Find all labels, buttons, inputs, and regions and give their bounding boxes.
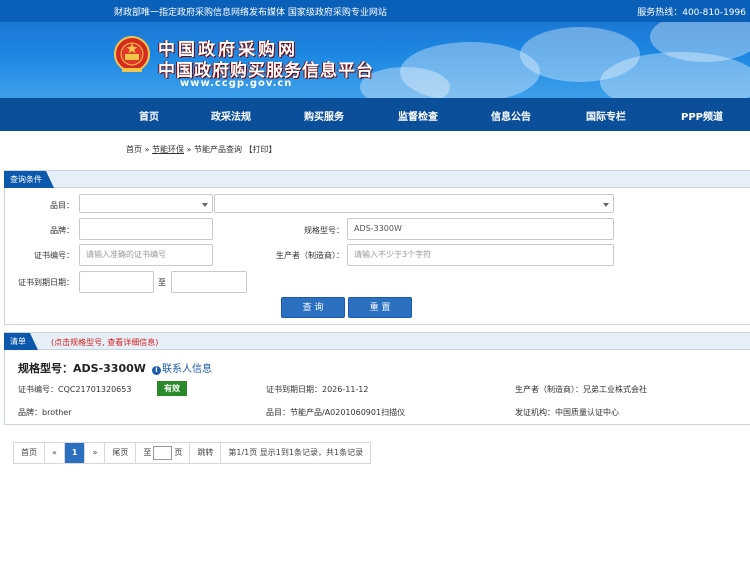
expiry-label: 证书到期日期：: [18, 278, 74, 287]
model-label: 规格型号：: [304, 226, 344, 235]
breadcrumb-separator: »: [142, 145, 152, 154]
chevron-down-icon: [603, 203, 609, 207]
category-label: 品目：: [50, 201, 74, 210]
site-url: www.ccgp.gov.cn: [180, 78, 293, 89]
pager-jump-button[interactable]: 跳转: [190, 443, 222, 463]
results-panel-title: 清单: [4, 333, 38, 350]
expiry-end-input[interactable]: [171, 271, 247, 293]
pager-first[interactable]: 首页: [14, 443, 45, 463]
chevron-down-icon: [202, 203, 208, 207]
category-select-primary[interactable]: [79, 194, 213, 213]
cert-input[interactable]: 请输入准确的证书编号: [79, 244, 213, 266]
service-hotline: 服务热线：400-810-1996: [637, 8, 746, 18]
print-link[interactable]: 【打印】: [245, 145, 277, 154]
maker-input[interactable]: 请输入不少于3个字符: [347, 244, 614, 266]
result-model-link[interactable]: 规格型号：ADS-3300W: [18, 360, 146, 376]
pager-goto: 至页: [136, 443, 191, 463]
national-emblem-icon: [114, 36, 150, 72]
results-hint: (点击规格型号, 查看详细信息): [51, 338, 159, 347]
brand-input[interactable]: [79, 218, 213, 240]
query-panel-header: 查询条件: [5, 171, 750, 188]
expiry-to-label: 至: [158, 278, 166, 287]
pager-goto-prefix: 至: [143, 448, 152, 457]
cert-label: 证书编号：: [34, 251, 74, 260]
status-badge: 有效: [157, 381, 187, 396]
search-button[interactable]: 查 询: [281, 297, 345, 318]
model-input[interactable]: ADS-3300W: [347, 218, 614, 240]
pager-goto-suffix: 页: [174, 448, 183, 457]
main-nav: 首页 政采法规 购买服务 监督检查 信息公告 国际专栏 PPP频道: [0, 98, 750, 131]
pager-goto-input[interactable]: [153, 446, 173, 460]
site-banner: 中国政府采购网 中国政府购买服务信息平台 www.ccgp.gov.cn: [0, 22, 750, 98]
nav-item-international[interactable]: 国际专栏: [586, 108, 626, 123]
maker-label: 生产者（制造商）：: [276, 251, 344, 260]
nav-item-regulations[interactable]: 政采法规: [211, 108, 251, 123]
pager-prev[interactable]: «: [45, 443, 65, 463]
brand-label: 品牌：: [50, 226, 74, 235]
pager-next[interactable]: »: [85, 443, 106, 463]
pager-summary: 第1/1页 显示1到1条记录，共1条记录: [221, 443, 371, 463]
result-cert-no: 证书编号：CQC21701320653: [18, 385, 132, 394]
info-icon: i: [152, 366, 161, 375]
top-info-bar: 财政部唯一指定政府采购信息网络发布媒体 国家级政府采购专业网站 服务热线：400…: [0, 0, 750, 22]
pagination: 首页 « 1 » 尾页 至页 跳转 第1/1页 显示1到1条记录，共1条记录: [13, 442, 372, 464]
category-select-secondary[interactable]: [214, 194, 614, 213]
contact-info-label: 联系人信息: [162, 364, 212, 375]
nav-item-home[interactable]: 首页: [139, 108, 159, 123]
results-panel-header: 清单 (点击规格型号, 查看详细信息): [5, 333, 750, 350]
nav-item-supervision[interactable]: 监督检查: [398, 108, 438, 123]
nav-item-announcements[interactable]: 信息公告: [491, 108, 531, 123]
query-panel-title: 查询条件: [4, 171, 54, 188]
nav-item-ppp[interactable]: PPP频道: [681, 108, 723, 123]
nav-item-services[interactable]: 购买服务: [304, 108, 344, 123]
expiry-start-input[interactable]: [79, 271, 154, 293]
breadcrumb-current: 节能产品查询: [193, 145, 242, 154]
result-maker: 生产者（制造商）：兄弟工业株式会社: [515, 385, 647, 394]
result-expiry: 证书到期日期：2026-11-12: [266, 385, 369, 394]
breadcrumb-home[interactable]: 首页: [126, 145, 142, 154]
pager-last[interactable]: 尾页: [105, 443, 137, 463]
breadcrumb-separator: »: [183, 145, 194, 154]
breadcrumb-section[interactable]: 节能环保: [152, 145, 184, 154]
result-issuer: 发证机构：中国质量认证中心: [515, 408, 619, 417]
pager-current-page[interactable]: 1: [64, 443, 86, 463]
contact-info-link[interactable]: i 联系人信息: [152, 360, 212, 375]
reset-button[interactable]: 重 置: [348, 297, 412, 318]
site-slogan: 财政部唯一指定政府采购信息网络发布媒体 国家级政府采购专业网站: [114, 8, 387, 18]
breadcrumb: 首页 » 节能环保 » 节能产品查询 【打印】: [126, 144, 277, 155]
result-brand: 品牌：brother: [18, 408, 72, 417]
result-category: 品目：节能产品/A0201060901扫描仪: [266, 408, 406, 417]
